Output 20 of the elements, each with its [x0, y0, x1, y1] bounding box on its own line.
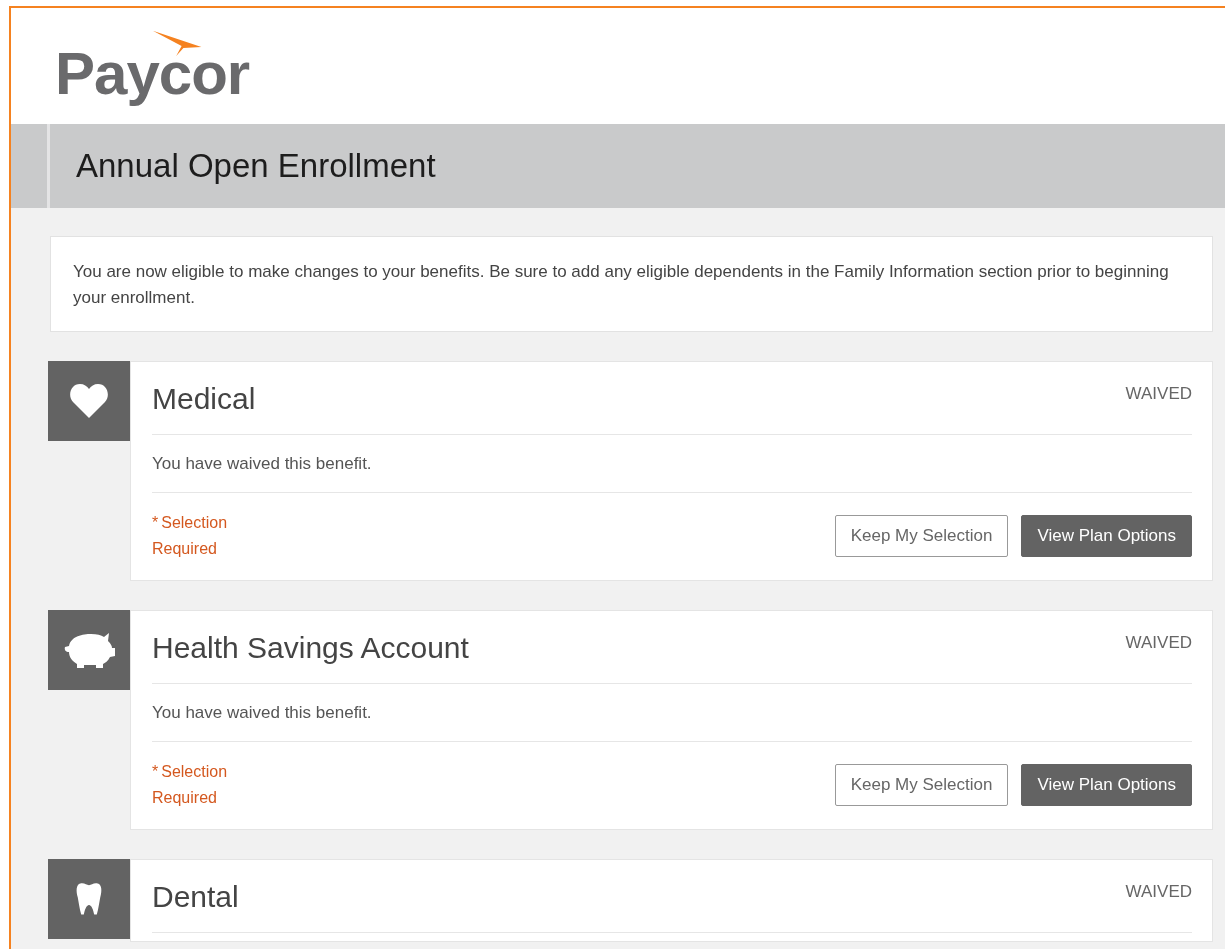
benefit-title: Medical [152, 382, 256, 416]
benefit-description: You have waived this benefit. [152, 702, 373, 724]
notice-text: You are now eligible to make changes to your benefits. Be sure to add any eligible dependents in the Family Information section prior to beginning your enrollment. [73, 261, 1170, 309]
view-options-button[interactable]: View Plan Options [1021, 764, 1192, 806]
required-note: * Selection Required [152, 762, 229, 808]
heart-icon [69, 383, 109, 419]
logo-text: Paycor [55, 43, 250, 104]
benefit-title: Health Savings Account [152, 631, 469, 665]
benefit-title: Dental [152, 880, 239, 914]
tooth-icon [76, 882, 102, 916]
required-note: * Selection Required [152, 513, 229, 559]
status-label: WAIVED [1125, 384, 1192, 404]
status-label: WAIVED [1125, 882, 1192, 902]
view-options-button[interactable]: View Plan Options [1021, 515, 1192, 557]
benefit-description: You have waived this benefit. [152, 453, 373, 475]
page-title: Annual Open Enrollment [75, 147, 436, 185]
keep-selection-button[interactable]: Keep My Selection [834, 764, 1009, 806]
keep-selection-button[interactable]: Keep My Selection [834, 515, 1009, 557]
status-label: WAIVED [1125, 633, 1192, 653]
piggy-bank-icon [63, 632, 115, 668]
